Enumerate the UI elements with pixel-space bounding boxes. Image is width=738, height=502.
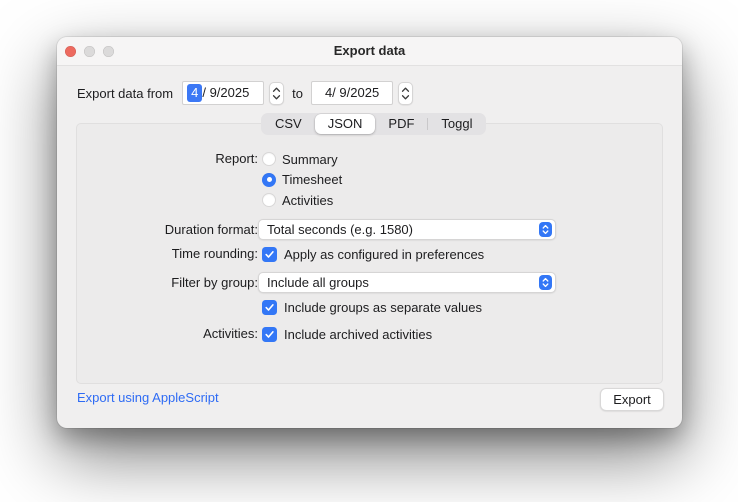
duration-format-select[interactable]: Total seconds (e.g. 1580): [258, 219, 556, 240]
radio-icon[interactable]: [262, 172, 276, 187]
report-row: Report: Summary Timesheet Activities: [77, 149, 342, 211]
date-range-label: Export data from: [77, 85, 174, 101]
checkbox-icon[interactable]: [262, 246, 277, 262]
screenshot-background: Export data Export data from 4/ 9/2025 t…: [0, 0, 738, 502]
traffic-lights: [65, 46, 114, 57]
activities-label: Activities:: [203, 326, 258, 341]
to-date-stepper[interactable]: [397, 81, 413, 105]
popup-chevrons-icon: [539, 275, 552, 290]
from-date-field[interactable]: 4/ 9/2025: [182, 81, 265, 105]
checkbox-label: Include groups as separate values: [284, 299, 483, 315]
radio-option-summary[interactable]: Summary: [262, 149, 342, 170]
date-range-row: Export data from 4/ 9/2025 to 4/ 9/2025: [77, 81, 413, 105]
up-down-chevrons-icon: [401, 87, 410, 99]
time-rounding-label: Time rounding:: [171, 246, 258, 261]
checkbox-label: Include archived activities: [284, 326, 433, 342]
activities-row: Activities: Include archived activities: [77, 326, 432, 342]
up-down-chevrons-icon: [273, 87, 281, 99]
report-label: Report:: [215, 151, 258, 166]
tab-csv[interactable]: CSV: [262, 114, 315, 134]
radio-option-activities[interactable]: Activities: [262, 190, 342, 211]
filter-by-group-row: Filter by group: Include all groups: [77, 272, 556, 293]
window-title: Export data: [333, 43, 406, 58]
zoom-button[interactable]: [103, 46, 114, 57]
checkbox-label: Apply as configured in preferences: [284, 246, 485, 262]
checkmark-icon: [265, 250, 274, 258]
titlebar[interactable]: Export data: [57, 37, 682, 66]
tab-toggl[interactable]: Toggl: [428, 114, 485, 134]
filter-by-group-select[interactable]: Include all groups: [258, 272, 556, 293]
checkmark-icon: [265, 303, 274, 311]
export-data-window: Export data Export data from 4/ 9/2025 t…: [57, 37, 682, 428]
report-radio-group: Summary Timesheet Activities: [262, 149, 342, 211]
filter-by-group-label: Filter by group:: [171, 275, 258, 290]
export-button[interactable]: Export: [600, 388, 664, 411]
minimize-button[interactable]: [84, 46, 95, 57]
filter-by-group-value: Include all groups: [267, 275, 369, 290]
checkbox-include-groups[interactable]: Include groups as separate values: [262, 299, 482, 315]
include-groups-row: Include groups as separate values: [77, 299, 482, 315]
from-date-rest[interactable]: / 9/2025: [202, 85, 249, 100]
to-label: to: [292, 85, 303, 101]
radio-label: Activities: [282, 192, 334, 208]
close-button[interactable]: [65, 46, 76, 57]
to-date-value[interactable]: 4/ 9/2025: [325, 85, 379, 100]
duration-format-row: Duration format: Total seconds (e.g. 158…: [77, 219, 556, 240]
radio-icon[interactable]: [262, 193, 276, 208]
export-applescript-link[interactable]: Export using AppleScript: [77, 390, 219, 405]
radio-label: Summary: [282, 151, 338, 167]
from-date-stepper[interactable]: [269, 81, 285, 105]
tab-json[interactable]: JSON: [314, 114, 376, 134]
checkbox-include-archived[interactable]: Include archived activities: [262, 326, 432, 342]
radio-icon[interactable]: [262, 152, 276, 167]
format-segmented-control: CSV JSON PDF Toggl: [261, 113, 487, 135]
selected-month-segment[interactable]: 4: [187, 84, 203, 102]
checkmark-icon: [265, 330, 274, 338]
checkbox-icon[interactable]: [262, 299, 277, 315]
duration-format-label: Duration format:: [164, 222, 258, 237]
duration-format-value: Total seconds (e.g. 1580): [267, 222, 413, 237]
time-rounding-row: Time rounding: Apply as configured in pr…: [77, 246, 484, 262]
radio-option-timesheet[interactable]: Timesheet: [262, 170, 342, 191]
checkbox-icon[interactable]: [262, 326, 277, 342]
radio-label: Timesheet: [282, 172, 343, 188]
popup-chevrons-icon: [539, 222, 552, 237]
checkbox-apply-rounding[interactable]: Apply as configured in preferences: [262, 246, 484, 262]
tab-pdf[interactable]: PDF: [375, 114, 427, 134]
to-date-field[interactable]: 4/ 9/2025: [310, 81, 393, 105]
